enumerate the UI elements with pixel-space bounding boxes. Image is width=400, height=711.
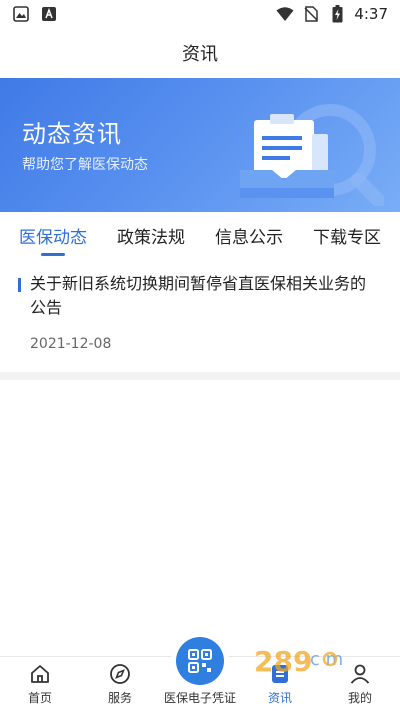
- status-time: 4:37: [354, 5, 388, 23]
- no-sim-icon: [302, 5, 320, 23]
- list-item[interactable]: 关于新旧系统切换期间暂停省直医保相关业务的公告 2021-12-08: [0, 258, 400, 372]
- wifi-icon: [276, 5, 294, 23]
- status-bar: 4:37: [0, 0, 400, 28]
- nav-bar: 资讯: [0, 28, 400, 78]
- nav-item-service[interactable]: 服务: [80, 662, 160, 706]
- tab-public-info[interactable]: 信息公示: [215, 212, 283, 258]
- nav-item-home[interactable]: 首页: [0, 662, 80, 706]
- banner: 动态资讯 帮助您了解医保动态: [0, 78, 400, 212]
- news-tray-illustration-icon: [240, 104, 384, 206]
- item-marker: [18, 278, 21, 292]
- qr-code-icon: [188, 649, 212, 673]
- e-voucher-button[interactable]: [176, 637, 224, 685]
- svg-text:c m: c m: [310, 649, 343, 670]
- banner-title: 动态资讯: [22, 120, 122, 148]
- nav-label-home: 首页: [27, 691, 52, 705]
- tab-bar: 医保动态 政策法规 信息公示 下载专区: [0, 212, 400, 258]
- page-title: 资讯: [182, 44, 218, 65]
- news-title: 关于新旧系统切换期间暂停省直医保相关业务的公告: [30, 274, 367, 317]
- tab-policies[interactable]: 政策法规: [117, 212, 185, 258]
- svg-text:289: 289: [254, 645, 312, 678]
- tab-downloads[interactable]: 下载专区: [313, 212, 381, 258]
- nav-label-mine: 我的: [347, 691, 372, 705]
- site-watermark-logo-icon: 289 c m: [254, 645, 343, 678]
- news-list: 关于新旧系统切换期间暂停省直医保相关业务的公告 2021-12-08: [0, 258, 400, 372]
- nav-label-news: 资讯: [267, 691, 292, 705]
- divider: [0, 372, 400, 380]
- banner-subtitle: 帮助您了解医保动态: [22, 157, 148, 173]
- compass-icon: [108, 662, 132, 686]
- nav-label-e-voucher: 医保电子凭证: [163, 691, 236, 705]
- battery-charging-icon: [328, 5, 346, 23]
- nav-label-service: 服务: [107, 691, 132, 705]
- app-notification-icon: [40, 5, 58, 23]
- image-notification-icon: [12, 5, 30, 23]
- news-date: 2021-12-08: [30, 336, 112, 352]
- tab-medical-news[interactable]: 医保动态: [19, 212, 87, 258]
- home-icon: [28, 662, 52, 686]
